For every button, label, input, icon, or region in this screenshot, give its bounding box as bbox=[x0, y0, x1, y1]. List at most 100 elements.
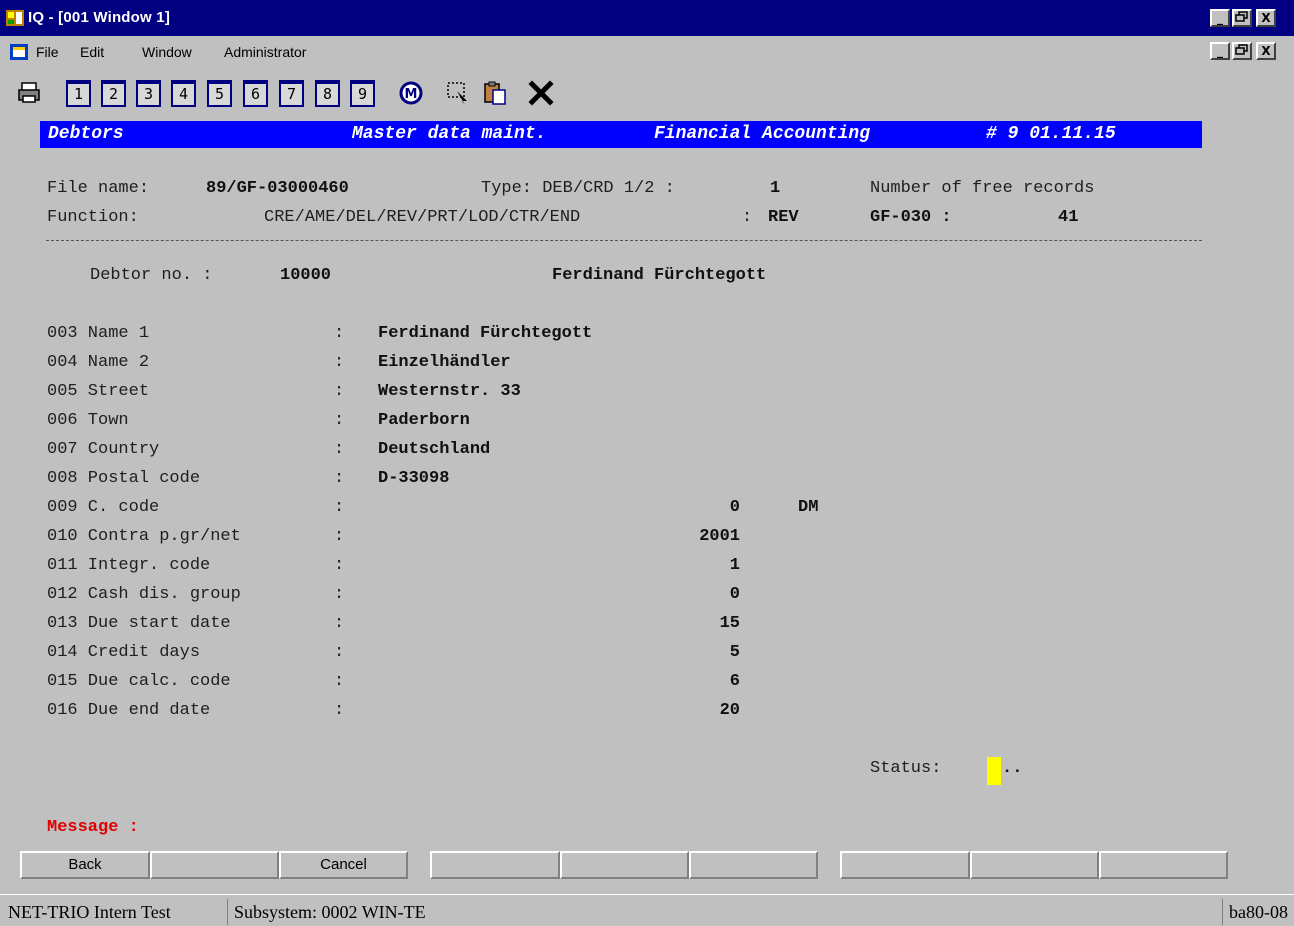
debtor-no-label: Debtor no. : bbox=[90, 266, 213, 285]
doc-close-button[interactable]: X bbox=[1256, 42, 1276, 60]
field-separator: : bbox=[334, 411, 345, 430]
maximize-button[interactable] bbox=[1232, 9, 1252, 27]
close-icon[interactable] bbox=[528, 80, 554, 106]
terminal-screen: Debtors Master data maint. Financial Acc… bbox=[0, 114, 1294, 894]
field-value-due-start-date[interactable]: 15 bbox=[720, 614, 740, 633]
function-button-6[interactable] bbox=[689, 851, 818, 879]
printer-icon[interactable] bbox=[16, 80, 42, 106]
restore-icon bbox=[1235, 11, 1248, 22]
field-label: 007 Country bbox=[47, 440, 160, 459]
field-separator: : bbox=[334, 498, 345, 517]
field-separator: : bbox=[334, 469, 345, 488]
free-records-value: 41 bbox=[1058, 208, 1079, 227]
debtor-name: Ferdinand Fürchtegott bbox=[552, 266, 767, 285]
field-label: 015 Due calc. code bbox=[47, 672, 231, 691]
menu-administrator[interactable]: Administrator bbox=[224, 44, 306, 60]
header-version: # 9 01.11.15 bbox=[986, 124, 1116, 144]
toolbar-button-5[interactable]: 5 bbox=[207, 80, 232, 107]
title-bar: IQ - [001 Window 1] _ X bbox=[0, 0, 1294, 36]
field-separator: : bbox=[334, 353, 345, 372]
toolbar-button-2[interactable]: 2 bbox=[101, 80, 126, 107]
field-value-cash-dis-group[interactable]: 0 bbox=[730, 585, 740, 604]
field-value-c-code[interactable]: 0 bbox=[730, 498, 740, 517]
toolbar-button-1[interactable]: 1 bbox=[66, 80, 91, 107]
field-value-postal-code[interactable]: D-33098 bbox=[378, 469, 449, 488]
cancel-button[interactable]: Cancel bbox=[279, 851, 408, 879]
field-label: 006 Town bbox=[47, 411, 129, 430]
field-label: 013 Due start date bbox=[47, 614, 231, 633]
doc-restore-button[interactable] bbox=[1232, 42, 1252, 60]
status-input-cursor[interactable] bbox=[987, 757, 1001, 785]
doc-minimize-button[interactable]: _ bbox=[1210, 42, 1230, 60]
field-label: 016 Due end date bbox=[47, 701, 211, 720]
field-label: 005 Street bbox=[47, 382, 150, 401]
field-value-due-calc-code[interactable]: 6 bbox=[730, 672, 740, 691]
file-name-value: 89/GF-03000460 bbox=[206, 179, 349, 198]
function-button-4[interactable] bbox=[430, 851, 560, 879]
currency-label: DM bbox=[798, 498, 819, 517]
function-button-5[interactable] bbox=[560, 851, 689, 879]
field-separator: : bbox=[334, 643, 345, 662]
free-records-label: Number of free records bbox=[870, 179, 1095, 198]
toolbar-button-9[interactable]: 9 bbox=[350, 80, 375, 107]
menu-edit[interactable]: Edit bbox=[80, 44, 104, 60]
toolbar-button-3[interactable]: 3 bbox=[136, 80, 161, 107]
field-separator: : bbox=[334, 672, 345, 691]
field-separator: : bbox=[334, 527, 345, 546]
field-separator: : bbox=[334, 382, 345, 401]
field-separator: : bbox=[334, 701, 345, 720]
function-button-9[interactable] bbox=[1099, 851, 1228, 879]
type-value: 1 bbox=[770, 179, 781, 198]
app-icon bbox=[6, 10, 24, 26]
clipboard-icon[interactable] bbox=[482, 80, 508, 106]
menu-bar: File Edit Window Administrator _ X bbox=[0, 36, 1294, 68]
separator-line bbox=[46, 240, 1202, 241]
function-button-8[interactable] bbox=[970, 851, 1099, 879]
field-value-country[interactable]: Deutschland bbox=[378, 440, 490, 459]
m-icon[interactable]: M bbox=[398, 80, 424, 106]
field-value-due-end-date[interactable]: 20 bbox=[720, 701, 740, 720]
toolbar-button-4[interactable]: 4 bbox=[171, 80, 196, 107]
field-label: 014 Credit days bbox=[47, 643, 201, 662]
toolbar: 1 2 3 4 5 6 7 8 9 M bbox=[0, 68, 1294, 114]
field-separator: : bbox=[334, 556, 345, 575]
menu-file[interactable]: File bbox=[36, 44, 59, 60]
toolbar-button-8[interactable]: 8 bbox=[315, 80, 340, 107]
field-label: 004 Name 2 bbox=[47, 353, 150, 372]
status-bar: NET-TRIO Intern Test Subsystem: 0002 WIN… bbox=[0, 894, 1294, 926]
back-button[interactable]: Back bbox=[20, 851, 150, 879]
field-label: 003 Name 1 bbox=[47, 324, 150, 343]
minimize-button[interactable]: _ bbox=[1210, 9, 1230, 27]
header-subtitle: Master data maint. bbox=[352, 124, 547, 144]
field-value-integr-code[interactable]: 1 bbox=[730, 556, 740, 575]
function-button-2[interactable] bbox=[150, 851, 279, 879]
field-value-town[interactable]: Paderborn bbox=[378, 411, 470, 430]
field-value-street[interactable]: Westernstr. 33 bbox=[378, 382, 521, 401]
field-separator: : bbox=[334, 614, 345, 633]
function-label: Function: bbox=[47, 208, 139, 227]
toolbar-button-6[interactable]: 6 bbox=[243, 80, 268, 107]
file-name-label: File name: bbox=[47, 179, 150, 198]
document-icon bbox=[10, 44, 28, 60]
message-label: Message : bbox=[47, 818, 139, 837]
field-label: 009 C. code bbox=[47, 498, 160, 517]
close-window-button[interactable]: X bbox=[1256, 9, 1276, 27]
field-value-name2[interactable]: Einzelhändler bbox=[378, 353, 511, 372]
window-title: IQ - [001 Window 1] bbox=[28, 9, 171, 26]
field-separator: : bbox=[334, 324, 345, 343]
function-value[interactable]: REV bbox=[768, 208, 799, 227]
field-separator: : bbox=[334, 585, 345, 604]
field-value-contra[interactable]: 2001 bbox=[699, 527, 740, 546]
gf-label: GF-030 : bbox=[870, 208, 952, 227]
restore-icon bbox=[1235, 44, 1248, 55]
toolbar-button-7[interactable]: 7 bbox=[279, 80, 304, 107]
field-value-credit-days[interactable]: 5 bbox=[730, 643, 740, 662]
debtor-no-value: 10000 bbox=[280, 266, 332, 285]
menu-window[interactable]: Window bbox=[142, 44, 192, 60]
status-value[interactable]: .. bbox=[1002, 759, 1022, 778]
field-value-name1[interactable]: Ferdinand Fürchtegott bbox=[378, 324, 592, 343]
svg-text:M: M bbox=[405, 87, 418, 102]
select-icon[interactable] bbox=[445, 80, 471, 106]
function-button-7[interactable] bbox=[840, 851, 970, 879]
field-separator: : bbox=[334, 440, 345, 459]
